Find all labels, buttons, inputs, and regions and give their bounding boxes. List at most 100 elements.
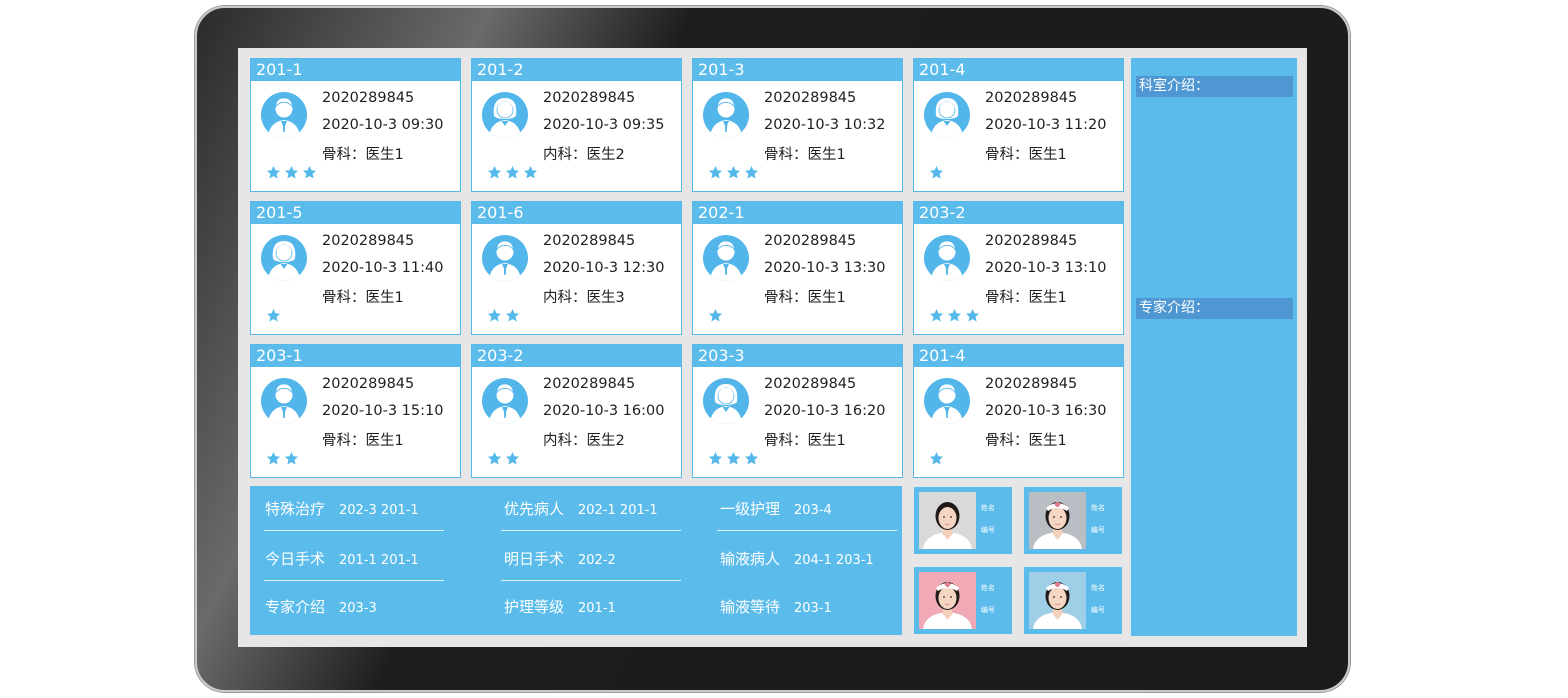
star-icon (929, 165, 944, 181)
info-value: 204-1 203-1 (794, 553, 874, 568)
intro-sidebar: 科室介绍： 专家介绍： (1131, 58, 1297, 636)
info-label: 明日手术 (504, 550, 565, 568)
staff-name-label: 姓名 (981, 504, 995, 512)
admission-time: 2020-10-3 09:35 (543, 117, 665, 133)
care-level-stars (487, 165, 538, 181)
info-item[interactable]: 今日手术 201-1 201-1 (265, 548, 419, 569)
department-doctor: 骨科：医生1 (764, 147, 846, 163)
care-level-stars (708, 451, 759, 467)
bed-card[interactable]: 202-1 2020289845 2020-10-3 13:30 骨科：医生1 (692, 201, 903, 335)
admission-time: 2020-10-3 11:40 (322, 260, 444, 276)
star-icon (744, 165, 759, 181)
info-label: 一级护理 (720, 500, 781, 518)
star-icon (726, 165, 741, 181)
staff-id-label: 编号 (981, 606, 995, 614)
star-icon (284, 451, 299, 467)
department-doctor: 骨科：医生1 (985, 290, 1067, 306)
care-level-stars (708, 308, 723, 324)
bed-card[interactable]: 201-1 2020289845 2020-10-3 09:30 骨科：医生1 (250, 58, 461, 192)
room-number: 203-2 (914, 202, 1123, 224)
star-icon (487, 308, 502, 324)
male-patient-avatar-icon (482, 378, 528, 424)
info-label: 输液病人 (720, 550, 781, 568)
admission-time: 2020-10-3 12:30 (543, 260, 665, 276)
info-value: 202-1 201-1 (578, 503, 658, 518)
info-divider (717, 530, 897, 531)
staff-card[interactable]: 姓名 编号 (1024, 567, 1122, 634)
staff-name-label: 姓名 (1091, 504, 1105, 512)
room-number: 201-4 (914, 345, 1123, 367)
info-item[interactable]: 优先病人 202-1 201-1 (504, 498, 658, 519)
admission-time: 2020-10-3 16:00 (543, 403, 665, 419)
info-item[interactable]: 输液等待 203-1 (720, 596, 832, 617)
staff-card[interactable]: 姓名 编号 (914, 567, 1012, 634)
info-value: 203-4 (794, 503, 832, 518)
info-label: 特殊治疗 (265, 500, 326, 518)
patient-id: 2020289845 (322, 233, 415, 249)
male-patient-avatar-icon (924, 235, 970, 281)
nurse-photo-cap (1029, 492, 1086, 549)
admission-time: 2020-10-3 09:30 (322, 117, 444, 133)
nurse-photo-plain (919, 492, 976, 549)
care-level-stars (487, 451, 520, 467)
bed-card[interactable]: 203-1 2020289845 2020-10-3 15:10 骨科：医生1 (250, 344, 461, 478)
bed-card[interactable]: 203-2 2020289845 2020-10-3 13:10 骨科：医生1 (913, 201, 1124, 335)
star-icon (708, 308, 723, 324)
care-level-stars (266, 165, 317, 181)
bed-card[interactable]: 201-6 2020289845 2020-10-3 12:30 内科：医生3 (471, 201, 682, 335)
bed-card[interactable]: 201-3 2020289845 2020-10-3 10:32 骨科：医生1 (692, 58, 903, 192)
admission-time: 2020-10-3 13:10 (985, 260, 1107, 276)
room-number: 201-4 (914, 59, 1123, 81)
department-doctor: 内科：医生2 (543, 147, 625, 163)
info-item[interactable]: 特殊治疗 202-3 201-1 (265, 498, 419, 519)
admission-time: 2020-10-3 11:20 (985, 117, 1107, 133)
info-item[interactable]: 输液病人 204-1 203-1 (720, 548, 874, 569)
bed-card[interactable]: 201-4 2020289845 2020-10-3 11:20 骨科：医生1 (913, 58, 1124, 192)
bed-card[interactable]: 201-5 2020289845 2020-10-3 11:40 骨科：医生1 (250, 201, 461, 335)
care-level-stars (487, 308, 520, 324)
patient-id: 2020289845 (764, 233, 857, 249)
admission-time: 2020-10-3 13:30 (764, 260, 886, 276)
department-doctor: 骨科：医生1 (985, 433, 1067, 449)
room-number: 201-5 (251, 202, 460, 224)
expert-intro-header: 专家介绍： (1136, 298, 1293, 319)
info-value: 203-3 (339, 601, 377, 616)
star-icon (708, 165, 723, 181)
staff-name-label: 姓名 (981, 584, 995, 592)
admission-time: 2020-10-3 10:32 (764, 117, 886, 133)
staff-card[interactable]: 姓名 编号 (1024, 487, 1122, 554)
info-divider (501, 580, 681, 581)
staff-card[interactable]: 姓名 编号 (914, 487, 1012, 554)
female-patient-avatar-icon (482, 92, 528, 138)
patient-id: 2020289845 (543, 90, 636, 106)
department-doctor: 骨科：医生1 (764, 433, 846, 449)
info-item[interactable]: 一级护理 203-4 (720, 498, 832, 519)
female-patient-avatar-icon (261, 235, 307, 281)
star-icon (929, 451, 944, 467)
admission-time: 2020-10-3 16:30 (985, 403, 1107, 419)
female-patient-avatar-icon (924, 92, 970, 138)
patient-id: 2020289845 (543, 376, 636, 392)
device-stage: 201-1 2020289845 2020-10-3 09:30 骨科：医生1 201-… (0, 0, 1568, 698)
patient-id: 2020289845 (322, 90, 415, 106)
admission-time: 2020-10-3 16:20 (764, 403, 886, 419)
info-item[interactable]: 护理等级 201-1 (504, 596, 616, 617)
info-label: 护理等级 (504, 598, 565, 616)
bed-card[interactable]: 201-4 2020289845 2020-10-3 16:30 骨科：医生1 (913, 344, 1124, 478)
bed-card[interactable]: 203-3 2020289845 2020-10-3 16:20 骨科：医生1 (692, 344, 903, 478)
male-patient-avatar-icon (703, 92, 749, 138)
star-icon (284, 165, 299, 181)
department-doctor: 骨科：医生1 (322, 433, 404, 449)
info-item[interactable]: 专家介绍 203-3 (265, 596, 377, 617)
nurse-photo-cap (919, 572, 976, 629)
bed-card[interactable]: 201-2 2020289845 2020-10-3 09:35 内科：医生2 (471, 58, 682, 192)
department-doctor: 骨科：医生1 (985, 147, 1067, 163)
room-number: 203-3 (693, 345, 902, 367)
info-item[interactable]: 明日手术 202-2 (504, 548, 616, 569)
staff-name-label: 姓名 (1091, 584, 1105, 592)
star-icon (523, 165, 538, 181)
bed-card[interactable]: 203-2 2020289845 2020-10-3 16:00 内科：医生2 (471, 344, 682, 478)
patient-id: 2020289845 (543, 233, 636, 249)
info-divider (501, 530, 681, 531)
care-level-stars (929, 451, 944, 467)
